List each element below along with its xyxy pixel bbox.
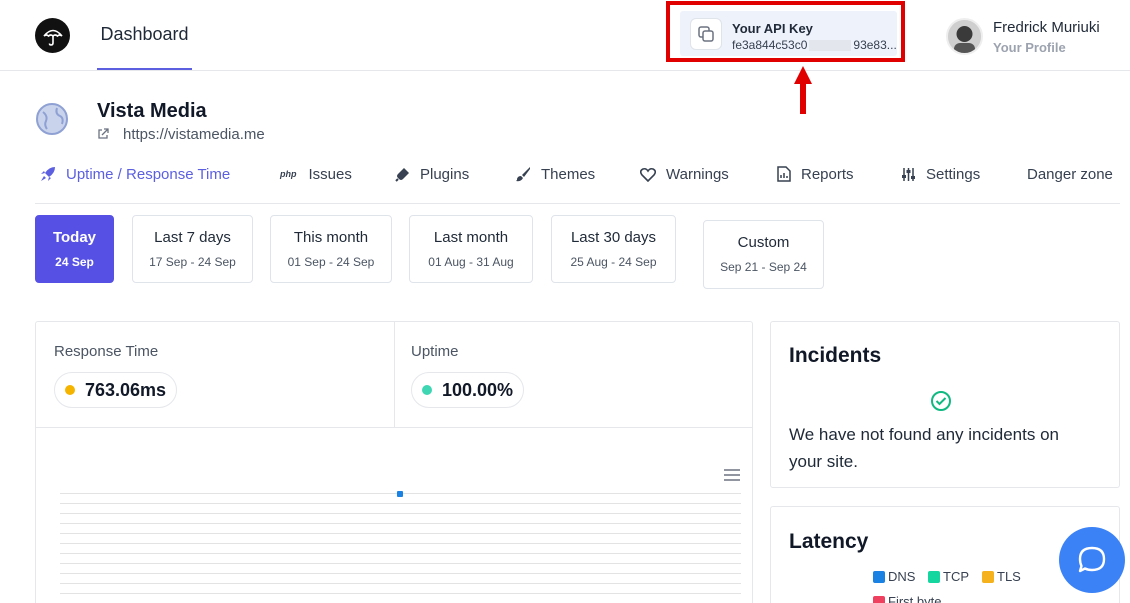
arrow-up-icon bbox=[794, 66, 812, 114]
external-link-icon bbox=[98, 128, 109, 139]
incidents-title: Incidents bbox=[789, 344, 882, 367]
api-key-highlight: Your API Key fe3a844c53c0 93e83... bbox=[666, 1, 905, 62]
tab-themes[interactable]: Themes bbox=[515, 156, 595, 192]
legend-first-byte[interactable]: First byte bbox=[873, 594, 941, 603]
tab-issues[interactable]: php Issues bbox=[280, 156, 352, 192]
status-dot bbox=[422, 385, 432, 395]
tab-settings[interactable]: Settings bbox=[901, 156, 980, 192]
user-name[interactable]: Fredrick Muriuki bbox=[993, 19, 1100, 36]
chart-gridline bbox=[60, 533, 741, 534]
chat-launcher-button[interactable] bbox=[1059, 527, 1125, 593]
legend-swatch bbox=[928, 570, 940, 583]
response-time-label: Response Time bbox=[54, 343, 159, 360]
response-time-value: 763.06ms bbox=[54, 372, 178, 408]
avatar[interactable] bbox=[946, 18, 983, 55]
umbrella-logo-icon[interactable] bbox=[35, 18, 70, 53]
tab-reports[interactable]: Reports bbox=[777, 156, 854, 192]
brush-icon bbox=[516, 167, 530, 182]
api-key-label: Your API Key bbox=[732, 21, 813, 36]
status-dot bbox=[65, 385, 75, 395]
chart-gridline bbox=[60, 543, 741, 544]
uptime-label: Uptime bbox=[411, 343, 459, 360]
incidents-message: We have not found any incidents on your … bbox=[789, 425, 1059, 471]
api-key-value: fe3a844c53c0 93e83... bbox=[732, 38, 897, 52]
rocket-icon bbox=[41, 167, 55, 181]
globe-icon bbox=[36, 103, 68, 135]
chart-gridline bbox=[60, 503, 741, 504]
divider bbox=[36, 427, 752, 428]
legend-tcp[interactable]: TCP bbox=[928, 569, 969, 584]
top-header: Dashboard Your API Key fe3a844c53c0 93e83… bbox=[0, 0, 1130, 71]
tab-danger-zone[interactable]: Danger zone bbox=[1027, 156, 1113, 192]
chart-gridline bbox=[60, 523, 741, 524]
tab-plugins[interactable]: Plugins bbox=[395, 156, 469, 192]
chart-gridline bbox=[60, 583, 741, 584]
nav-dashboard[interactable]: Dashboard bbox=[97, 0, 192, 70]
tab-uptime[interactable]: Uptime / Response Time bbox=[40, 156, 230, 192]
range-this-month-button[interactable]: This month 01 Sep - 24 Sep bbox=[270, 215, 392, 283]
legend-swatch bbox=[873, 595, 885, 603]
site-name: Vista Media bbox=[97, 100, 207, 122]
legend-dns[interactable]: DNS bbox=[873, 569, 915, 584]
uptime-stats-card: Response Time 763.06ms Uptime 100.00% bbox=[35, 321, 753, 603]
tab-warnings[interactable]: Warnings bbox=[640, 156, 729, 192]
legend-tls[interactable]: TLS bbox=[982, 569, 1021, 584]
chat-icon bbox=[1078, 546, 1106, 573]
chart-gridline bbox=[60, 573, 741, 574]
chart-gridline bbox=[60, 563, 741, 564]
chart-gridline bbox=[60, 593, 741, 594]
plug-icon bbox=[395, 167, 409, 182]
divider bbox=[394, 322, 395, 427]
check-circle-icon bbox=[931, 391, 951, 411]
php-icon: php bbox=[280, 169, 297, 179]
incidents-card: Incidents We have not found any incident… bbox=[770, 321, 1120, 488]
uptime-value: 100.00% bbox=[411, 372, 525, 408]
range-last-month-button[interactable]: Last month 01 Aug - 31 Aug bbox=[409, 215, 533, 283]
site-tabs: Uptime / Response Time php Issues Plugin… bbox=[35, 156, 1120, 204]
chart-gridline bbox=[60, 513, 741, 514]
heart-icon bbox=[640, 167, 656, 182]
chart-gridline bbox=[60, 553, 741, 554]
range-custom-button[interactable]: Custom Sep 21 - Sep 24 bbox=[703, 220, 824, 289]
sliders-icon bbox=[902, 167, 915, 181]
range-last-7-days-button[interactable]: Last 7 days 17 Sep - 24 Sep bbox=[132, 215, 253, 283]
latency-title: Latency bbox=[789, 530, 869, 553]
copy-api-key-button[interactable] bbox=[690, 18, 722, 50]
copy-icon bbox=[698, 26, 714, 42]
report-icon bbox=[777, 166, 791, 182]
chart-data-point[interactable] bbox=[397, 491, 403, 497]
profile-link[interactable]: Your Profile bbox=[993, 40, 1066, 55]
chart-menu-icon[interactable] bbox=[723, 468, 741, 482]
api-key-panel: Your API Key fe3a844c53c0 93e83... bbox=[680, 11, 897, 56]
legend-swatch bbox=[873, 570, 885, 583]
range-today-button[interactable]: Today 24 Sep bbox=[35, 215, 114, 283]
range-last-30-days-button[interactable]: Last 30 days 25 Aug - 24 Sep bbox=[551, 215, 676, 283]
legend-swatch bbox=[982, 570, 994, 583]
site-url[interactable]: https://vistamedia.me bbox=[123, 126, 265, 143]
